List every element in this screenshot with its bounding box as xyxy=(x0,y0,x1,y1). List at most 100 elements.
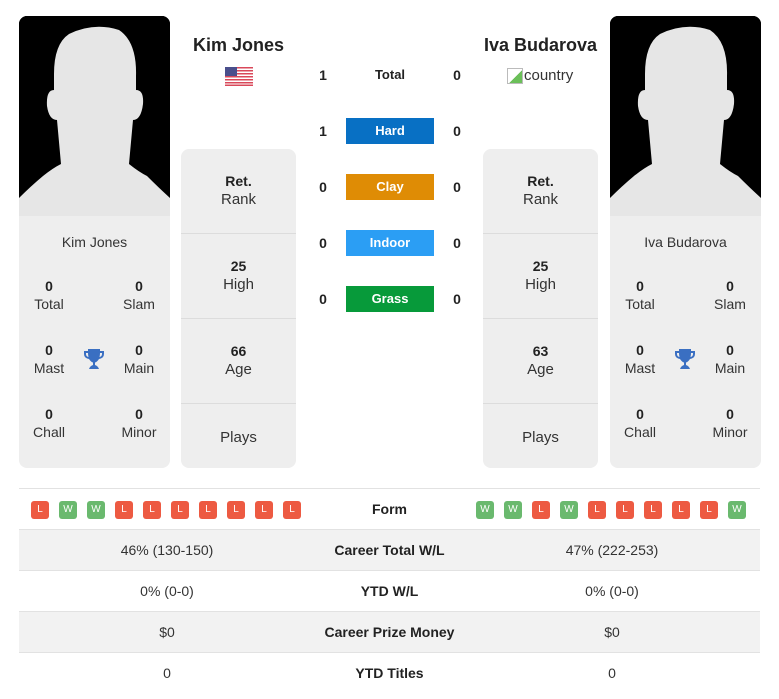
surface-badge-indoor[interactable]: Indoor xyxy=(346,230,434,256)
stat-left-value: $0 xyxy=(159,624,175,640)
h2h-left-score: 1 xyxy=(319,123,327,139)
titles-chall-label: Chall xyxy=(33,424,65,440)
form-label: Form xyxy=(372,501,407,517)
plays-label: Plays xyxy=(220,429,257,446)
form-badge-loss[interactable]: L xyxy=(255,501,273,519)
form-badge-loss[interactable]: L xyxy=(644,501,662,519)
form-badge-win[interactable]: W xyxy=(728,501,746,519)
form-badge-loss[interactable]: L xyxy=(199,501,217,519)
titles-mast-label: Mast xyxy=(33,360,65,376)
h2h-row-grass: 0 Grass 0 xyxy=(310,286,470,312)
titles-minor-label: Minor xyxy=(712,424,748,440)
titles-slam-label: Slam xyxy=(714,296,746,312)
titles-chall-label: Chall xyxy=(624,424,656,440)
titles-slam-value: 0 xyxy=(726,278,734,294)
player-name-right-card: Iva Budarova xyxy=(644,234,727,250)
age-value: 66 xyxy=(230,343,247,359)
player-name-left-card: Kim Jones xyxy=(61,234,128,250)
table-row: $0 Career Prize Money $0 xyxy=(19,612,760,653)
form-badge-loss[interactable]: L xyxy=(31,501,49,519)
form-badge-loss[interactable]: L xyxy=(616,501,634,519)
rank-value: Ret. xyxy=(225,173,252,189)
country-alt-text: country xyxy=(524,67,574,84)
titles-chall-right: 0 Chall xyxy=(610,406,670,440)
form-badge-loss[interactable]: L xyxy=(171,501,189,519)
avatar-silhouette-icon xyxy=(19,16,170,216)
surface-badge-clay[interactable]: Clay xyxy=(346,174,434,200)
form-list-right: WWLWLLLLLW xyxy=(476,501,746,519)
titles-total-value: 0 xyxy=(45,278,53,294)
form-badge-loss[interactable]: L xyxy=(283,501,301,519)
broken-image-icon xyxy=(507,67,523,84)
titles-minor-value: 0 xyxy=(135,406,143,422)
high-value: 25 xyxy=(532,258,549,274)
player-photo-left[interactable] xyxy=(19,16,170,216)
player-card-right: Iva Budarova 0 Total 0 Slam 0 Mast 0 Mai… xyxy=(610,16,761,468)
titles-mast-left: 0 Mast xyxy=(19,342,79,376)
us-flag-icon xyxy=(225,67,253,86)
player-photo-right[interactable] xyxy=(610,16,761,216)
form-badge-loss[interactable]: L xyxy=(143,501,161,519)
titles-minor-left: 0 Minor xyxy=(109,406,169,440)
surface-badge-grass[interactable]: Grass xyxy=(346,286,434,312)
rank-value: Ret. xyxy=(527,173,554,189)
stat-right-value: $0 xyxy=(604,624,620,640)
rank-label: Rank xyxy=(522,191,559,208)
age-label: Age xyxy=(225,361,252,378)
form-badge-win[interactable]: W xyxy=(560,501,578,519)
form-badge-win[interactable]: W xyxy=(59,501,77,519)
stat-right-value: 0% (0-0) xyxy=(585,583,639,599)
form-badge-win[interactable]: W xyxy=(476,501,494,519)
player-name-left[interactable]: Kim Jones xyxy=(181,35,296,56)
h2h-left-score: 0 xyxy=(319,179,327,195)
titles-mast-label: Mast xyxy=(624,360,656,376)
country-flag-broken-image: country xyxy=(507,67,573,84)
player-name-right[interactable]: Iva Budarova xyxy=(470,35,611,56)
h2h-right-score: 0 xyxy=(453,67,461,83)
h2h-right-score: 0 xyxy=(453,179,461,195)
comparison-table: LWWLLLLLLL Form WWLWLLLLLW 46% (130-150)… xyxy=(19,488,760,694)
table-row: 0 YTD Titles 0 xyxy=(19,653,760,694)
form-badge-loss[interactable]: L xyxy=(672,501,690,519)
stat-label: Career Prize Money xyxy=(324,624,455,640)
stat-left-value: 46% (130-150) xyxy=(120,542,214,558)
titles-main-value: 0 xyxy=(726,342,734,358)
player-card-left: Kim Jones 0 Total 0 Slam 0 Mast 0 Main 0… xyxy=(19,16,170,468)
stat-label: Career Total W/L xyxy=(334,542,445,558)
h2h-right-score: 0 xyxy=(453,123,461,139)
h2h-label-total: Total xyxy=(374,67,406,82)
stat-left-value: 0 xyxy=(163,665,171,681)
titles-main-value: 0 xyxy=(135,342,143,358)
form-badge-loss[interactable]: L xyxy=(227,501,245,519)
titles-chall-value: 0 xyxy=(45,406,53,422)
rank-column-left: Ret. Rank 25 High 66 Age Plays xyxy=(181,149,296,468)
form-badge-loss[interactable]: L xyxy=(532,501,550,519)
high-label: High xyxy=(525,276,556,293)
titles-mast-right: 0 Mast xyxy=(610,342,670,376)
form-badge-win[interactable]: W xyxy=(504,501,522,519)
high-cell: 25 High xyxy=(483,234,598,319)
h2h-left-score: 0 xyxy=(319,235,327,251)
trophy-icon xyxy=(675,349,695,369)
form-badge-loss[interactable]: L xyxy=(115,501,133,519)
rank-cell: Ret. Rank xyxy=(181,149,296,234)
h2h-row-hard: 1 Hard 0 xyxy=(310,118,470,144)
form-badge-win[interactable]: W xyxy=(87,501,105,519)
stat-right-value: 0 xyxy=(608,665,616,681)
h2h-row-total: 1 Total 0 xyxy=(310,62,470,88)
plays-label: Plays xyxy=(522,429,559,446)
stat-label: YTD Titles xyxy=(355,665,424,681)
titles-total-label: Total xyxy=(34,296,64,312)
titles-slam-value: 0 xyxy=(135,278,143,294)
h2h-left-score: 1 xyxy=(319,67,327,83)
titles-total-right: 0 Total xyxy=(610,278,670,312)
form-badge-loss[interactable]: L xyxy=(700,501,718,519)
surface-badge-hard[interactable]: Hard xyxy=(346,118,434,144)
h2h-right-score: 0 xyxy=(453,291,461,307)
titles-total-left: 0 Total xyxy=(19,278,79,312)
table-row: 46% (130-150) Career Total W/L 47% (222-… xyxy=(19,530,760,571)
form-row: LWWLLLLLLL Form WWLWLLLLLW xyxy=(19,489,760,530)
form-badge-loss[interactable]: L xyxy=(588,501,606,519)
stat-label: YTD W/L xyxy=(360,583,419,599)
age-cell: 63 Age xyxy=(483,319,598,404)
